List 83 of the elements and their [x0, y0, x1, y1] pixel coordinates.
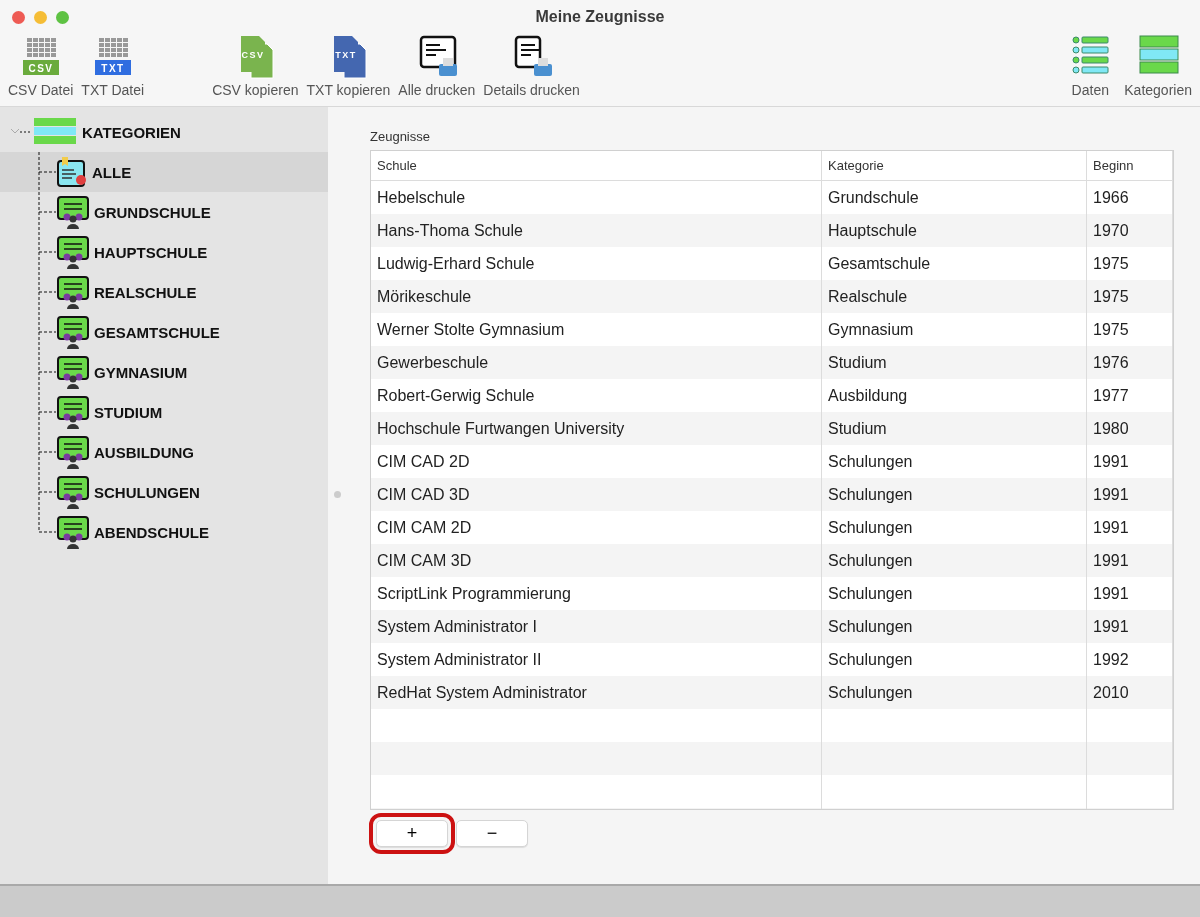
icon-label: CSV — [241, 50, 265, 60]
tree-connector-line — [38, 192, 56, 232]
table-cell: CIM CAD 3D — [371, 478, 822, 511]
table-cell: Studium — [822, 412, 1087, 445]
table-cell: 1991 — [1087, 478, 1173, 511]
tree-connector-line — [38, 272, 56, 312]
tree-item[interactable]: HAUPTSCHULE — [0, 232, 328, 272]
group-board-icon — [56, 395, 90, 429]
icon-label: CSV — [28, 62, 54, 74]
minimize-button[interactable] — [34, 10, 47, 24]
tree-item[interactable]: ABENDSCHULE — [0, 512, 328, 552]
toolbar-button[interactable]: TXT TXT kopieren — [302, 34, 395, 98]
tree-connector-line — [38, 312, 56, 352]
table-cell: Schulungen — [822, 478, 1087, 511]
table-row[interactable]: RedHat System Administrator Schulungen 2010 — [371, 676, 1173, 709]
table-row[interactable]: Hans-Thoma Schule Hauptschule 1970 — [371, 214, 1173, 247]
table-cell: Hauptschule — [822, 214, 1087, 247]
group-board-icon — [56, 515, 90, 549]
table-cell: Hans-Thoma Schule — [371, 214, 822, 247]
window-title: Meine Zeugnisse — [535, 8, 665, 25]
tree-connector-line — [38, 352, 56, 392]
table-cell: 1975 — [1087, 280, 1173, 313]
toolbar-button[interactable]: Alle drucken — [394, 34, 480, 98]
column-header[interactable]: Schule — [371, 151, 822, 180]
icon-label: TXT — [101, 62, 125, 74]
table-title: Zeugnisse — [370, 129, 430, 144]
table-cell: RedHat System Administrator — [371, 676, 822, 709]
table-cell: Mörikeschule — [371, 280, 822, 313]
tree-item[interactable]: SCHULUNGEN — [0, 472, 328, 512]
toolbar-button[interactable]: Kategorien — [1120, 34, 1196, 98]
column-header[interactable]: Beginn — [1087, 151, 1173, 180]
table-row[interactable]: Hochschule Furtwangen University Studium 1980 — [371, 412, 1173, 445]
table-cell: Schulungen — [822, 544, 1087, 577]
table-cell: 1980 — [1087, 412, 1173, 445]
table-row[interactable]: CIM CAD 3D Schulungen 1991 — [371, 478, 1173, 511]
toolbar-button[interactable]: Daten — [1060, 34, 1121, 98]
group-board-icon — [56, 315, 90, 349]
certificate-icon — [56, 156, 88, 188]
tree-item[interactable]: STUDIUM — [0, 392, 328, 432]
tree-item[interactable]: GESAMTSCHULE — [0, 312, 328, 352]
table-cell: Schulungen — [822, 676, 1087, 709]
table-cell: Realschule — [822, 280, 1087, 313]
table-cell: Gewerbeschule — [371, 346, 822, 379]
tree-connector-line — [38, 432, 56, 472]
group-board-icon — [56, 435, 90, 469]
group-board-icon — [56, 355, 90, 389]
tree-item[interactable]: ALLE — [0, 152, 328, 192]
tree-connector-line — [38, 232, 56, 272]
table-row[interactable]: Mörikeschule Realschule 1975 — [371, 280, 1173, 313]
tree-connector-line — [38, 152, 56, 192]
table-cell: 1991 — [1087, 544, 1173, 577]
toolbar-button[interactable]: TXT TXT Datei — [77, 34, 149, 98]
table-cell: 1976 — [1087, 346, 1173, 379]
table-row[interactable]: Gewerbeschule Studium 1976 — [371, 346, 1173, 379]
group-board-icon — [56, 235, 90, 269]
column-header[interactable]: Kategorie — [822, 151, 1087, 180]
tree-item[interactable]: GRUNDSCHULE — [0, 192, 328, 232]
tree-connector-line — [38, 392, 56, 432]
table-cell: CIM CAM 3D — [371, 544, 822, 577]
tree-item[interactable]: REALSCHULE — [0, 272, 328, 312]
tree-item[interactable]: AUSBILDUNG — [0, 432, 328, 472]
tree-item[interactable]: KATEGORIEN — [0, 112, 328, 152]
group-board-icon — [56, 195, 90, 229]
toolbar-button[interactable]: Details drucken — [479, 34, 584, 98]
toolbar-button[interactable]: CSV CSV Datei — [4, 34, 78, 98]
split-handle[interactable] — [334, 491, 341, 498]
table-cell: Schulungen — [822, 610, 1087, 643]
group-board-icon — [56, 275, 90, 309]
group-board-icon — [56, 475, 90, 509]
icon-label: TXT — [335, 50, 358, 60]
table-cell: Hochschule Furtwangen University — [371, 412, 822, 445]
close-button[interactable] — [12, 10, 25, 24]
tree-item[interactable]: GYMNASIUM — [0, 352, 328, 392]
table-cell: System Administrator I — [371, 610, 822, 643]
table-cell: 1991 — [1087, 610, 1173, 643]
table-action-button[interactable]: − — [456, 820, 528, 847]
table-row[interactable]: CIM CAM 3D Schulungen 1991 — [371, 544, 1173, 577]
table-cell: 1970 — [1087, 214, 1173, 247]
zoom-button[interactable] — [56, 10, 69, 24]
toolbar-button[interactable]: CSV CSV kopieren — [208, 34, 303, 98]
table-cell: 2010 — [1087, 676, 1173, 709]
table-cell: Studium — [822, 346, 1087, 379]
table-row[interactable]: System Administrator I Schulungen 1991 — [371, 610, 1173, 643]
